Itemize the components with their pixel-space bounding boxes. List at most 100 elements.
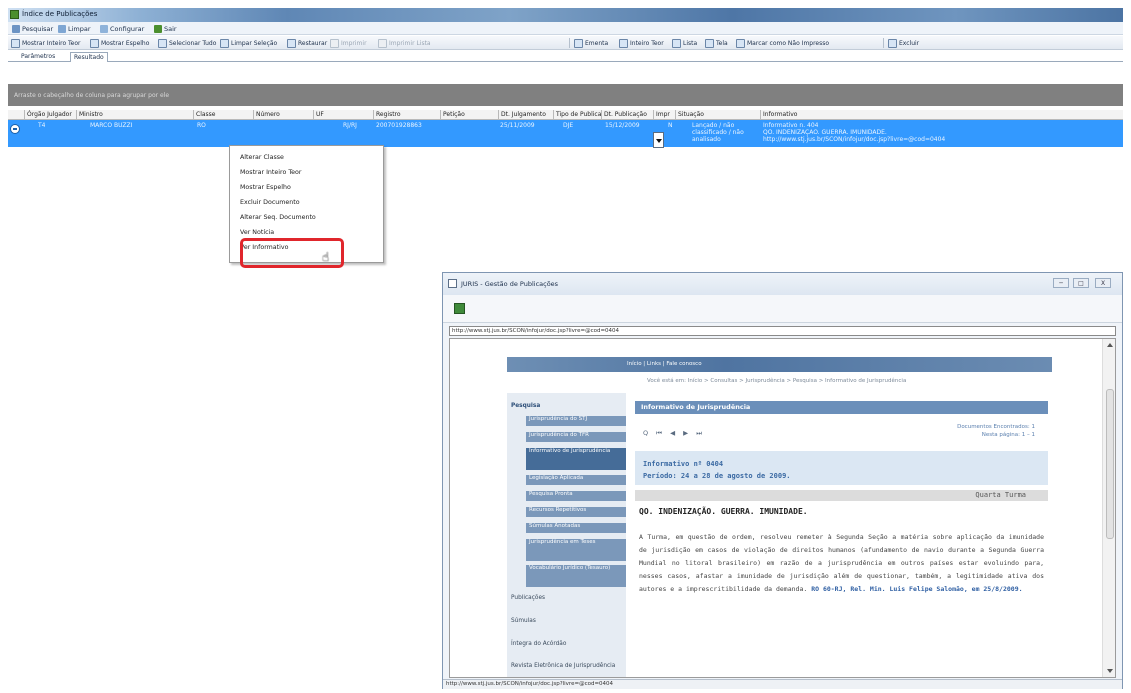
tab-strip: Parâmetros Resultado <box>8 50 1123 62</box>
toolbar-inteiro-teor[interactable]: Inteiro Teor <box>619 38 664 48</box>
webpage: Início | Links | Fale conosco Você está … <box>507 339 1052 677</box>
toolbar-tela[interactable]: Tela <box>705 38 728 48</box>
maximize-button[interactable]: □ <box>1073 278 1089 288</box>
restore-icon <box>287 38 296 48</box>
delete-icon <box>888 38 897 48</box>
top-nav-links[interactable]: Início | Links | Fale conosco <box>627 361 702 367</box>
pager-controls[interactable]: Q ⏮ ◀ ▶ ⏭ <box>643 429 705 438</box>
cell-informativo: QO. INDENIZAÇÃO. GUERRA. IMUNIDADE. <box>763 129 887 136</box>
toolbar-lista[interactable]: Lista <box>672 38 697 48</box>
menu-limpar[interactable]: Limpar <box>58 24 91 33</box>
sidebar-item[interactable]: Revista Eletrônica de Jurisprudência <box>507 663 617 670</box>
toolbar-label: Marcar como Não Impresso <box>747 39 830 47</box>
context-item-mostrar-espelho[interactable]: Mostrar Espelho <box>240 184 291 191</box>
grid-header: Órgão Julgador Ministro Classe Número UF… <box>8 110 1123 120</box>
sidebar-subitem[interactable]: Jurisprudência do TFR <box>526 432 626 442</box>
minimize-button[interactable]: ─ <box>1053 278 1069 288</box>
menu-label: Limpar <box>68 24 91 33</box>
toolbar-restaurar[interactable]: Restaurar <box>287 38 327 48</box>
toolbar-imprimir-lista[interactable]: Imprimir Lista <box>378 38 431 48</box>
sidebar-item[interactable]: Súmulas <box>507 618 626 624</box>
column-header[interactable]: Situação <box>675 110 760 120</box>
cell-informativo: Informativo n. 404 <box>763 122 819 129</box>
main-window-title: Índice de Publicações <box>22 10 98 18</box>
printer-icon <box>619 38 628 48</box>
toolbar: Mostrar Inteiro Teor Mostrar Espelho Sel… <box>8 36 1123 50</box>
cell-situacao: analisado <box>692 136 721 143</box>
column-header[interactable]: Órgão Julgador <box>24 110 76 120</box>
sidebar-subitem[interactable]: Pesquisa Pronta <box>526 491 626 501</box>
vertical-scrollbar[interactable] <box>1102 339 1115 677</box>
toolbar-excluir[interactable]: Excluir <box>888 38 919 48</box>
printer-icon <box>705 38 714 48</box>
toolbar-label: Limpar Seleção <box>231 39 278 47</box>
toolbar-marcar-nao-impresso[interactable]: Marcar como Não Impresso <box>736 38 829 48</box>
sidebar-subitem[interactable]: Vocabulário Jurídico (Tesauro) <box>526 565 626 587</box>
row-expand-icon[interactable] <box>10 124 20 134</box>
content-title: Informativo de Jurisprudência <box>635 401 1048 414</box>
context-item-alterar-classe[interactable]: Alterar Classe <box>240 154 284 161</box>
toolbar-ementa[interactable]: Ementa <box>574 38 608 48</box>
column-header[interactable]: UF <box>313 110 373 120</box>
column-header[interactable]: Dt. Julgamento <box>498 110 553 120</box>
scroll-up-icon[interactable] <box>1107 343 1113 347</box>
tab-resultado[interactable]: Resultado <box>70 52 108 62</box>
sidebar-subitem[interactable]: Súmulas Anotadas <box>526 523 626 533</box>
toolbar-label: Imprimir <box>341 39 367 47</box>
documents-page-range: Nesta página: 1 – 1 <box>981 432 1035 438</box>
context-item-mostrar-inteiro-teor[interactable]: Mostrar Inteiro Teor <box>240 169 301 176</box>
column-header[interactable]: Informativo <box>760 110 1123 120</box>
sidebar-item[interactable]: Íntegra do Acórdão <box>507 641 626 647</box>
webpage-sidebar: Pesquisa Jurisprudência do STJ Jurisprud… <box>507 393 626 677</box>
exit-icon[interactable] <box>454 303 465 314</box>
settings-icon <box>100 24 108 33</box>
scroll-down-icon[interactable] <box>1107 669 1113 673</box>
column-header[interactable]: Petição <box>440 110 498 120</box>
menu-sair[interactable]: Sair <box>154 24 177 33</box>
tab-parametros[interactable]: Parâmetros <box>18 52 58 62</box>
toolbar-label: Ementa <box>585 39 609 47</box>
sidebar-item[interactable]: Publicações <box>507 595 626 601</box>
sidebar-subitem[interactable]: Recursos Repetitivos <box>526 507 626 517</box>
informativo-period: Período: 24 a 28 de agosto de 2009. <box>643 472 791 480</box>
juris-toolbar <box>443 295 1122 323</box>
article-reference[interactable]: RO 60-RJ, Rel. Min. Luis Felipe Salomão,… <box>811 585 1022 593</box>
context-item-ver-noticia[interactable]: Ver Notícia <box>240 229 274 236</box>
group-by-bar[interactable]: Arraste o cabeçalho de coluna para agrup… <box>8 84 1123 106</box>
column-header[interactable]: Classe <box>193 110 253 120</box>
sidebar-subitem[interactable]: Jurisprudência em Teses <box>526 539 626 561</box>
sidebar-subitem-selected[interactable]: Informativo de Jurisprudência <box>526 448 626 470</box>
address-bar[interactable]: http://www.stj.jus.br/SCON/infojur/doc.j… <box>449 326 1116 336</box>
status-bar: http://www.stj.jus.br/SCON/infojur/doc.j… <box>443 679 1122 689</box>
sidebar-subitem[interactable]: Legislação Aplicada <box>526 475 626 485</box>
sidebar-subitem[interactable]: Jurisprudência do STJ <box>526 416 626 426</box>
column-header[interactable]: Registro <box>373 110 440 120</box>
group-by-hint: Arraste o cabeçalho de coluna para agrup… <box>14 92 170 99</box>
printer-icon <box>574 38 583 48</box>
sidebar-heading[interactable]: Pesquisa <box>507 403 626 409</box>
toolbar-limpar-selecao[interactable]: Limpar Seleção <box>220 38 277 48</box>
close-button[interactable]: X <box>1095 278 1111 288</box>
toolbar-mostrar-inteiro-teor[interactable]: Mostrar Inteiro Teor <box>11 38 81 48</box>
column-header[interactable]: Impr <box>653 110 675 120</box>
cell-dt-julgamento: 25/11/2009 <box>500 122 535 129</box>
column-header[interactable]: Tipo de Publicação <box>553 110 601 120</box>
context-item-alterar-seq[interactable]: Alterar Seq. Documento <box>240 214 316 221</box>
table-row[interactable]: T4 MARCO BUZZI RO RJ/RJ 200701928863 25/… <box>8 120 1123 147</box>
column-header[interactable]: Dt. Publicação <box>601 110 653 120</box>
webpage-top-nav: Início | Links | Fale conosco <box>507 357 1052 372</box>
menu-pesquisar[interactable]: Pesquisar <box>12 24 53 33</box>
dropdown-button[interactable] <box>653 132 664 148</box>
cell-tipo: DJE <box>563 122 574 129</box>
scrollbar-thumb[interactable] <box>1106 389 1114 539</box>
cell-situacao: classificado / não <box>692 129 744 136</box>
toolbar-selecionar-tudo[interactable]: Selecionar Tudo <box>158 38 216 48</box>
menu-configurar[interactable]: Configurar <box>100 24 144 33</box>
column-header[interactable]: Número <box>253 110 313 120</box>
toolbar-imprimir[interactable]: Imprimir <box>330 38 367 48</box>
column-header[interactable]: Ministro <box>76 110 193 120</box>
cell-informativo-link[interactable]: http://www.stj.jus.br/SCON/infojur/doc.j… <box>763 136 945 143</box>
context-item-excluir-documento[interactable]: Excluir Documento <box>240 199 300 206</box>
document-icon <box>11 38 20 48</box>
toolbar-mostrar-espelho[interactable]: Mostrar Espelho <box>90 38 149 48</box>
